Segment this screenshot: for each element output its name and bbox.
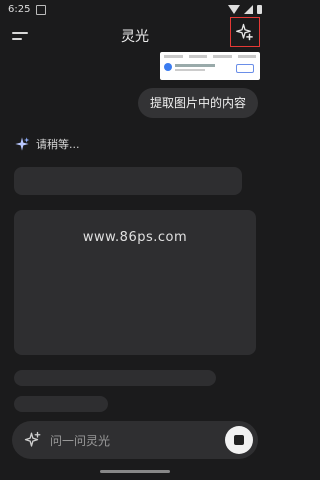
message-input[interactable]: 问一问灵光	[50, 432, 110, 449]
loading-placeholder	[14, 370, 216, 386]
notification-icon	[36, 5, 46, 15]
stop-icon	[234, 435, 244, 445]
stop-button[interactable]	[225, 426, 253, 454]
sparkle-add-icon[interactable]	[24, 431, 42, 449]
status-time: 6:25	[8, 4, 31, 15]
sparkle-plus-icon	[236, 23, 253, 41]
watermark: www.86ps.com	[82, 230, 188, 245]
loading-placeholder	[14, 396, 108, 412]
signal-icon	[244, 5, 253, 14]
battery-icon	[257, 5, 262, 14]
header: 灵光	[0, 17, 270, 52]
sparkle-icon	[15, 137, 30, 151]
status-icons	[228, 5, 262, 14]
loading-placeholder	[14, 167, 242, 195]
waiting-text: 请稍等...	[36, 138, 80, 151]
attached-image-thumbnail[interactable]	[160, 52, 260, 80]
home-indicator	[100, 470, 170, 473]
new-chat-button[interactable]	[230, 17, 260, 47]
wifi-icon	[228, 5, 240, 14]
user-message-bubble: 提取图片中的内容	[137, 88, 258, 118]
assistant-status: 请稍等...	[14, 136, 80, 152]
message-composer[interactable]: 问一问灵光	[12, 421, 258, 459]
